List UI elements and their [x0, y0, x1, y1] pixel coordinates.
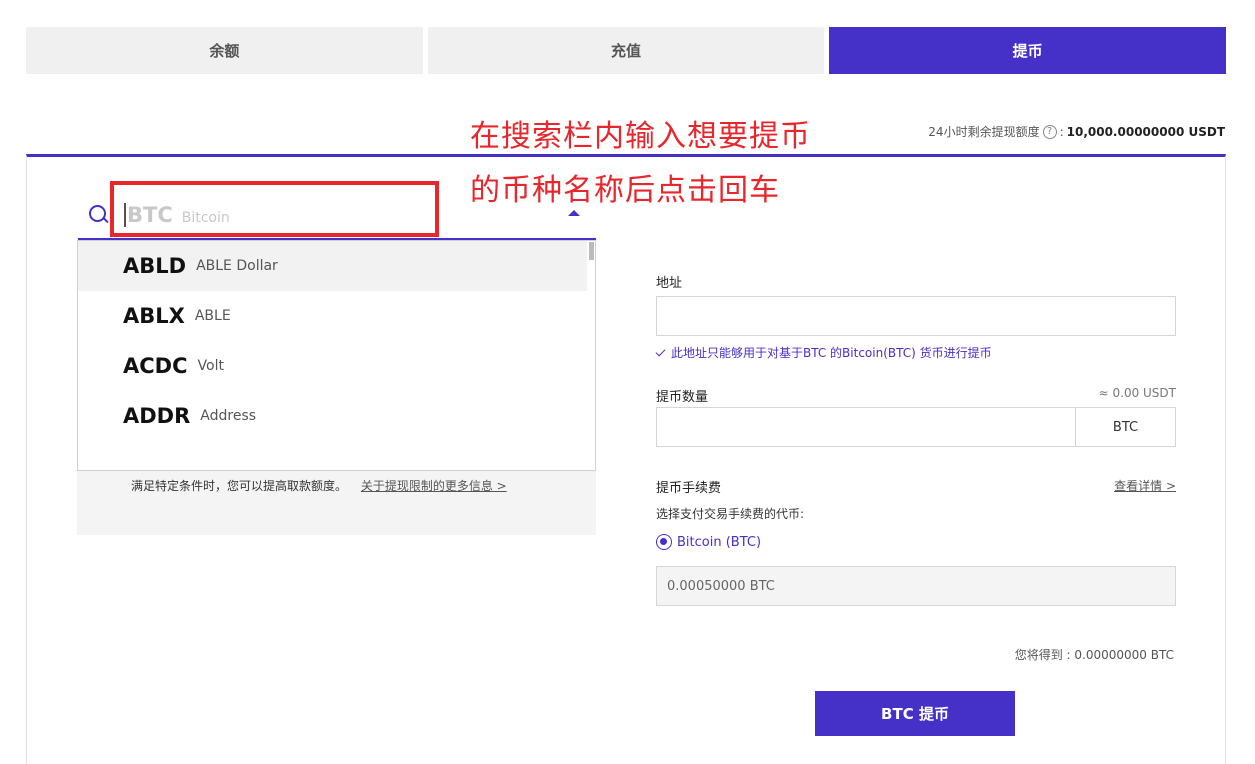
coin-option[interactable]: ABLX ABLE	[78, 291, 595, 341]
quantity-unit: BTC	[1075, 408, 1175, 446]
coin-symbol: ADDR	[123, 404, 191, 428]
withdraw-submit-button[interactable]: BTC 提币	[815, 691, 1015, 736]
address-input[interactable]	[656, 296, 1176, 336]
receive-value: 0.00000000 BTC	[1074, 648, 1174, 662]
fee-amount-field: 0.00050000 BTC	[656, 566, 1176, 606]
coin-option[interactable]: ACDC Volt	[78, 341, 595, 391]
withdraw-limit: 24小时剩余提现额度 ? : 10,000.00000000 USDT	[928, 123, 1225, 140]
quantity-input[interactable]: BTC	[656, 407, 1176, 447]
tab-deposit[interactable]: 充值	[427, 27, 825, 74]
limit-label: 24小时剩余提现额度	[928, 125, 1040, 139]
tab-balance[interactable]: 余额	[26, 27, 423, 74]
tab-bar: 余额 充值 提币	[26, 27, 1227, 74]
quantity-label: 提币数量	[656, 390, 709, 405]
fee-token-label: Bitcoin (BTC)	[677, 534, 762, 550]
coin-option[interactable]: ADDR Address	[78, 391, 595, 441]
fee-label: 提币手续费	[656, 481, 722, 496]
search-icon	[88, 204, 110, 226]
dropdown-scrollbar[interactable]	[589, 242, 594, 260]
coin-option[interactable]: ABLD ABLE Dollar	[78, 241, 587, 291]
receive-label: 您将得到 :	[1014, 648, 1071, 662]
fee-token-option[interactable]: Bitcoin (BTC)	[656, 534, 761, 550]
annotation-highlight-box	[110, 181, 439, 237]
coin-symbol: ABLX	[123, 304, 185, 328]
limit-separator: :	[1059, 124, 1064, 139]
caret-up-icon[interactable]	[568, 210, 580, 216]
limit-info-link[interactable]: 关于提现限制的更多信息 >	[361, 479, 507, 493]
address-note-text: 此地址只能够用于对基于BTC 的Bitcoin(BTC) 货币进行提币	[671, 346, 992, 360]
coin-name: Volt	[197, 358, 224, 374]
quantity-approx-value: ≈ 0.00 USDT	[1098, 386, 1176, 400]
coin-symbol: ABLD	[123, 254, 187, 278]
limit-amount: 10,000.00000000 USDT	[1066, 124, 1225, 139]
radio-selected-icon[interactable]	[656, 534, 672, 550]
fee-token-prompt: 选择支付交易手续费的代币:	[656, 507, 805, 521]
check-icon	[655, 346, 666, 356]
help-icon[interactable]: ?	[1042, 124, 1057, 139]
address-label: 地址	[656, 276, 683, 291]
quantity-field[interactable]	[657, 408, 1075, 446]
coin-dropdown: ABLD ABLE Dollar ABLX ABLE ACDC Volt ADD…	[77, 240, 596, 471]
info-text: 满足特定条件时，您可以提高取款额度。	[131, 479, 348, 493]
withdraw-form: 地址 此地址只能够用于对基于BTC 的Bitcoin(BTC) 货币进行提币 提…	[655, 272, 1176, 736]
coin-name: ABLE	[194, 308, 231, 324]
coin-name: ABLE Dollar	[196, 258, 278, 274]
coin-name: Address	[200, 408, 257, 424]
receive-amount: 您将得到 : 0.00000000 BTC	[1015, 646, 1174, 663]
tab-withdraw[interactable]: 提币	[829, 27, 1227, 74]
fee-details-link[interactable]: 查看详情 >	[1114, 477, 1176, 494]
address-note: 此地址只能够用于对基于BTC 的Bitcoin(BTC) 货币进行提币	[655, 344, 992, 361]
coin-symbol: ACDC	[123, 354, 188, 378]
